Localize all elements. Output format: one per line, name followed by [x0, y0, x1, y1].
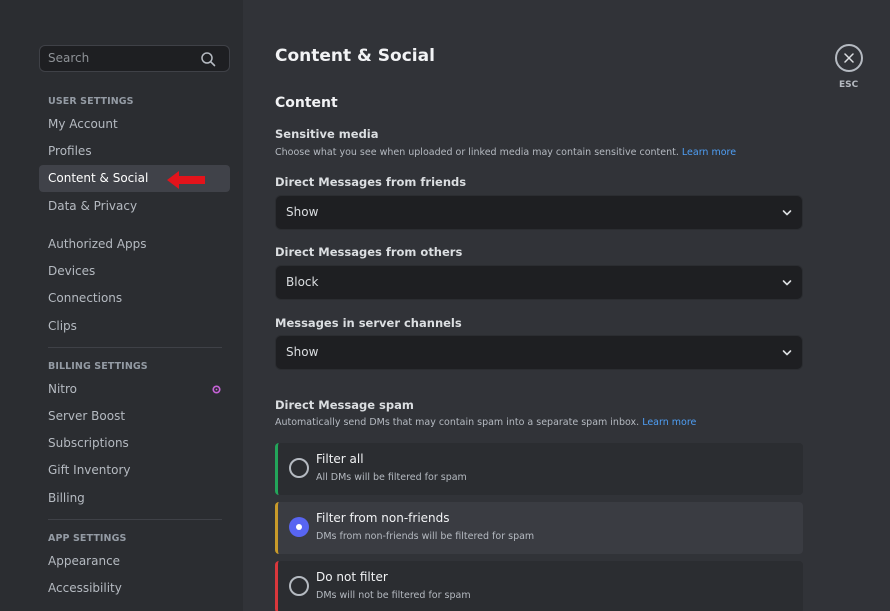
radio-title: Filter all — [316, 452, 364, 466]
radio-circle-checked[interactable] — [289, 517, 309, 537]
dm-others-select[interactable]: Block — [275, 265, 803, 300]
description-text: Automatically send DMs that may contain … — [275, 417, 640, 428]
dm-spam-description: Automatically send DMs that may contain … — [275, 417, 696, 428]
radio-circle[interactable] — [289, 458, 309, 478]
app-settings-header: APP SETTINGS — [48, 533, 127, 544]
sidebar-item-billing[interactable]: Billing — [39, 485, 230, 512]
radio-do-not-filter[interactable]: Do not filter DMs will not be filtered f… — [275, 561, 803, 611]
sidebar-item-authorized-apps[interactable]: Authorized Apps — [39, 231, 230, 258]
sidebar-item-appearance[interactable]: Appearance — [39, 548, 230, 575]
dm-friends-label: Direct Messages from friends — [275, 175, 467, 189]
radio-title: Filter from non-friends — [316, 511, 450, 525]
close-button[interactable] — [835, 44, 863, 72]
chevron-down-icon — [782, 210, 792, 216]
server-channels-select[interactable]: Show — [275, 335, 803, 370]
search-box[interactable] — [39, 45, 230, 72]
chevron-down-icon — [782, 280, 792, 286]
radio-circle[interactable] — [289, 576, 309, 596]
sidebar-divider — [48, 519, 222, 520]
sensitive-media-label: Sensitive media — [275, 127, 379, 141]
close-icon — [844, 53, 854, 63]
sidebar-item-nitro[interactable]: Nitro — [39, 376, 230, 403]
sidebar-divider — [48, 347, 222, 348]
dm-friends-select[interactable]: Show — [275, 195, 803, 230]
red-arrow-annotation — [167, 171, 205, 189]
sidebar-item-accessibility[interactable]: Accessibility — [39, 575, 230, 602]
sidebar-item-devices[interactable]: Devices — [39, 258, 230, 285]
nitro-icon — [212, 385, 221, 394]
settings-sidebar: USER SETTINGS My Account Profiles Conten… — [0, 0, 243, 611]
radio-filter-non-friends[interactable]: Filter from non-friends DMs from non-fri… — [275, 502, 803, 554]
user-settings-header: USER SETTINGS — [48, 96, 134, 107]
billing-settings-header: BILLING SETTINGS — [48, 361, 148, 372]
search-input[interactable] — [48, 46, 198, 71]
sidebar-item-subscriptions[interactable]: Subscriptions — [39, 430, 230, 457]
section-title: Content — [275, 95, 338, 111]
sidebar-item-profiles[interactable]: Profiles — [39, 138, 230, 165]
description-text: Choose what you see when uploaded or lin… — [275, 147, 679, 158]
dm-others-label: Direct Messages from others — [275, 245, 463, 259]
radio-description: DMs from non-friends will be filtered fo… — [316, 531, 535, 542]
page-title: Content & Social — [275, 46, 435, 66]
search-icon[interactable] — [200, 51, 216, 67]
sidebar-item-data-privacy[interactable]: Data & Privacy — [39, 193, 230, 220]
learn-more-link[interactable]: Learn more — [682, 147, 736, 158]
radio-title: Do not filter — [316, 570, 388, 584]
sensitive-media-description: Choose what you see when uploaded or lin… — [275, 147, 736, 158]
radio-filter-all[interactable]: Filter all All DMs will be filtered for … — [275, 443, 803, 495]
settings-content: Content & Social Content Sensitive media… — [243, 0, 890, 611]
select-value: Show — [286, 205, 319, 219]
dm-spam-label: Direct Message spam — [275, 398, 414, 412]
sidebar-item-server-boost[interactable]: Server Boost — [39, 403, 230, 430]
sidebar-item-connections[interactable]: Connections — [39, 285, 230, 312]
sidebar-item-gift-inventory[interactable]: Gift Inventory — [39, 457, 230, 484]
radio-description: DMs will not be filtered for spam — [316, 590, 471, 601]
select-value: Show — [286, 345, 319, 359]
chevron-down-icon — [782, 350, 792, 356]
radio-description: All DMs will be filtered for spam — [316, 472, 467, 483]
select-value: Block — [286, 275, 319, 289]
sidebar-item-label: Nitro — [48, 382, 78, 396]
server-channels-label: Messages in server channels — [275, 316, 462, 330]
learn-more-link[interactable]: Learn more — [642, 417, 696, 428]
sidebar-item-clips[interactable]: Clips — [39, 313, 230, 340]
esc-label: ESC — [839, 80, 859, 90]
sidebar-item-my-account[interactable]: My Account — [39, 111, 230, 138]
